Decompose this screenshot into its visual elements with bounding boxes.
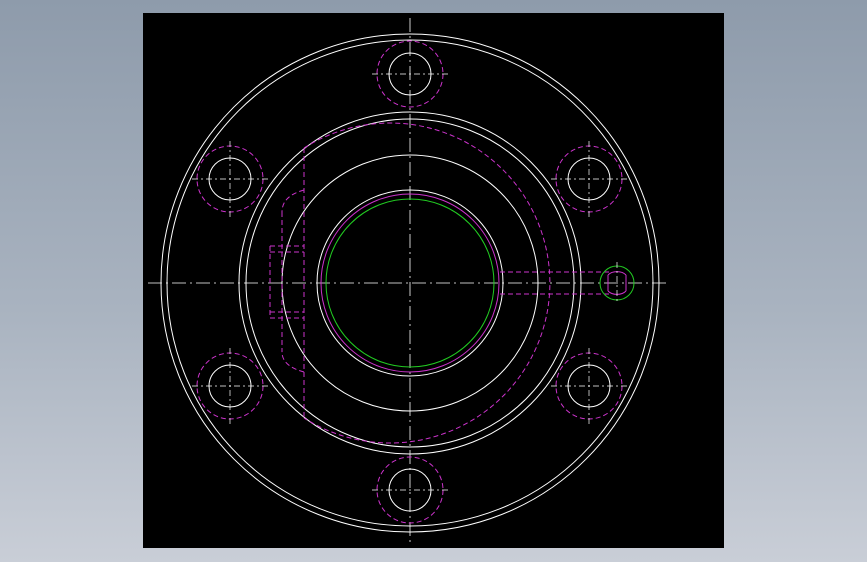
- bolt-hole-bottom: [372, 456, 448, 524]
- bolt-holes: [192, 40, 627, 524]
- centerlines: [148, 18, 668, 546]
- pocket-bottom-arc: [281, 351, 305, 373]
- model-viewport[interactable]: [0, 0, 867, 562]
- drawing-canvas[interactable]: [143, 13, 724, 548]
- bolt-hole-upper-left: [192, 141, 268, 217]
- flange-drawing: [148, 18, 668, 546]
- pocket-top-arc: [281, 189, 305, 213]
